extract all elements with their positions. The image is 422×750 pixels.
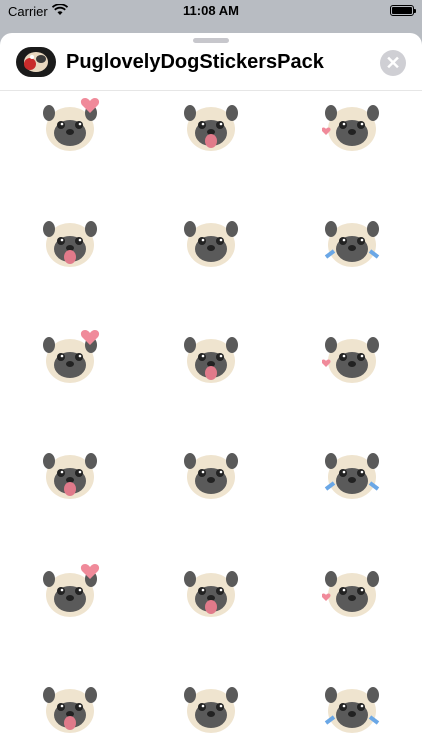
pug-happy-sticker[interactable] [181,327,241,387]
close-icon[interactable]: ✕ [380,50,406,76]
clock: 11:08 AM [183,3,239,18]
battery-icon [390,5,416,16]
pug-wink-sticker[interactable] [321,561,382,621]
pug-hearts-sticker[interactable] [322,211,382,271]
pug-cartoon-sticker[interactable] [40,443,100,503]
sticker-grid [0,93,422,750]
sticker-sheet: PuglovelyDogStickersPack ✕ [0,33,422,750]
pug-grin-sticker[interactable] [321,327,382,387]
sheet-header: PuglovelyDogStickersPack ✕ [0,43,422,91]
pug-laugh-sticker[interactable] [181,211,241,271]
pug-love-eyes-sticker[interactable] [40,327,100,387]
pug-heart-sticker[interactable] [40,95,100,155]
pug-sleepy-sticker[interactable] [321,95,382,155]
pug-peek-sticker[interactable] [40,211,100,271]
pug-face-sticker[interactable] [181,95,241,155]
page-title: PuglovelyDogStickersPack [66,51,324,73]
pug-door-sticker[interactable] [40,677,100,737]
pug-crying-sticker[interactable] [322,443,382,503]
pug-sweat-sticker[interactable] [181,677,241,737]
app-icon [16,47,56,77]
pug-tongue-sticker[interactable] [40,561,100,621]
pug-sad-sticker[interactable] [181,443,241,503]
status-bar: Carrier 11:08 AM [0,0,422,22]
pug-scared-sticker[interactable] [181,561,241,621]
pug-tear-sticker[interactable] [322,677,382,737]
